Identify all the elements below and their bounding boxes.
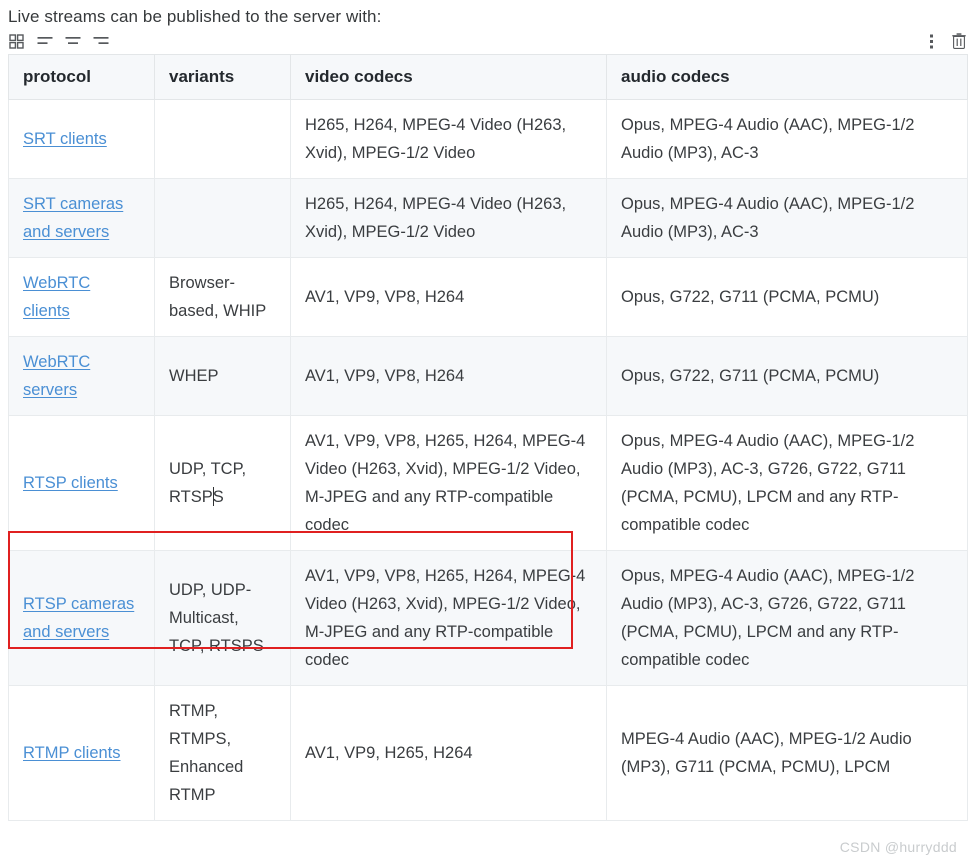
- protocol-link[interactable]: RTMP clients: [23, 744, 121, 762]
- cell-protocol[interactable]: RTSP cameras and servers: [8, 550, 155, 686]
- cell-video-codecs[interactable]: H265, H264, MPEG-4 Video (H263, Xvid), M…: [290, 99, 607, 179]
- table-row[interactable]: WebRTC servers WHEP AV1, VP9, VP8, H264 …: [8, 336, 968, 416]
- protocol-link[interactable]: SRT cameras and servers: [23, 195, 123, 241]
- cell-video-codecs[interactable]: AV1, VP9, VP8, H264: [290, 257, 607, 337]
- cell-variants[interactable]: UDP, UDP-Multicast, TCP, RTSPS: [154, 550, 291, 686]
- cell-variants[interactable]: [154, 99, 291, 179]
- column-header-video-codecs[interactable]: video codecs: [290, 54, 607, 100]
- watermark: CSDN @hurryddd: [839, 839, 957, 855]
- table-toolbar: [0, 28, 975, 54]
- cell-audio-codecs[interactable]: Opus, MPEG-4 Audio (AAC), MPEG-1/2 Audio…: [606, 550, 968, 686]
- cell-video-codecs[interactable]: AV1, VP9, VP8, H265, H264, MPEG-4 Video …: [290, 415, 607, 551]
- intro-paragraph: Live streams can be published to the ser…: [8, 7, 382, 26]
- cell-video-codecs[interactable]: AV1, VP9, H265, H264: [290, 685, 607, 821]
- column-header-protocol[interactable]: protocol: [8, 54, 155, 100]
- cell-variants[interactable]: RTMP, RTMPS, Enhanced RTMP: [154, 685, 291, 821]
- table-row[interactable]: RTMP clients RTMP, RTMPS, Enhanced RTMP …: [8, 685, 968, 821]
- table-header-row: protocol variants video codecs audio cod…: [8, 54, 968, 100]
- cell-protocol[interactable]: WebRTC clients: [8, 257, 155, 337]
- cell-video-codecs[interactable]: AV1, VP9, VP8, H265, H264, MPEG-4 Video …: [290, 550, 607, 686]
- align-left-icon[interactable]: [36, 33, 53, 50]
- cell-variants-editing[interactable]: UDP, TCP, RTSPS: [154, 415, 291, 551]
- variants-text-after-caret: S: [212, 488, 224, 506]
- delete-table-icon[interactable]: [950, 33, 967, 50]
- cell-protocol[interactable]: RTMP clients: [8, 685, 155, 821]
- protocol-link[interactable]: SRT clients: [23, 130, 107, 148]
- cell-audio-codecs[interactable]: Opus, MPEG-4 Audio (AAC), MPEG-1/2 Audio…: [606, 178, 968, 258]
- cell-audio-codecs[interactable]: MPEG-4 Audio (AAC), MPEG-1/2 Audio (MP3)…: [606, 685, 968, 821]
- table-container: protocol variants video codecs audio cod…: [0, 54, 975, 821]
- cell-audio-codecs[interactable]: Opus, G722, G711 (PCMA, PCMU): [606, 257, 968, 337]
- variants-text-before-caret: UDP, TCP, RTSP: [169, 460, 247, 506]
- cell-protocol[interactable]: RTSP clients: [8, 415, 155, 551]
- table-row[interactable]: SRT clients H265, H264, MPEG-4 Video (H2…: [8, 99, 968, 179]
- table-row[interactable]: SRT cameras and servers H265, H264, MPEG…: [8, 178, 968, 258]
- table-toolbar-left-group: [8, 33, 109, 50]
- cell-protocol[interactable]: SRT clients: [8, 99, 155, 179]
- cell-protocol[interactable]: WebRTC servers: [8, 336, 155, 416]
- cell-video-codecs[interactable]: AV1, VP9, VP8, H264: [290, 336, 607, 416]
- table-row[interactable]: RTSP cameras and servers UDP, UDP-Multic…: [8, 550, 968, 686]
- cell-video-codecs[interactable]: H265, H264, MPEG-4 Video (H263, Xvid), M…: [290, 178, 607, 258]
- column-header-audio-codecs[interactable]: audio codecs: [606, 54, 968, 100]
- align-center-icon[interactable]: [64, 33, 81, 50]
- align-right-icon[interactable]: [92, 33, 109, 50]
- table-toolbar-right-group: [923, 33, 967, 50]
- column-header-variants[interactable]: variants: [154, 54, 291, 100]
- protocol-link[interactable]: RTSP cameras and servers: [23, 595, 134, 641]
- cell-variants[interactable]: WHEP: [154, 336, 291, 416]
- table-row-selected[interactable]: RTSP clients UDP, TCP, RTSPS AV1, VP9, V…: [8, 415, 968, 551]
- cell-audio-codecs[interactable]: Opus, MPEG-4 Audio (AAC), MPEG-1/2 Audio…: [606, 99, 968, 179]
- protocol-link[interactable]: RTSP clients: [23, 474, 118, 492]
- protocol-link[interactable]: WebRTC clients: [23, 274, 90, 320]
- cell-variants[interactable]: [154, 178, 291, 258]
- table-row[interactable]: WebRTC clients Browser-based, WHIP AV1, …: [8, 257, 968, 337]
- table-body: SRT clients H265, H264, MPEG-4 Video (H2…: [8, 99, 968, 821]
- cell-protocol[interactable]: SRT cameras and servers: [8, 178, 155, 258]
- cell-variants[interactable]: Browser-based, WHIP: [154, 257, 291, 337]
- table-grid-icon[interactable]: [8, 33, 25, 50]
- cell-audio-codecs[interactable]: Opus, G722, G711 (PCMA, PCMU): [606, 336, 968, 416]
- cell-audio-codecs[interactable]: Opus, MPEG-4 Audio (AAC), MPEG-1/2 Audio…: [606, 415, 968, 551]
- protocol-codec-table: protocol variants video codecs audio cod…: [8, 54, 968, 821]
- protocol-link[interactable]: WebRTC servers: [23, 353, 90, 399]
- more-options-icon[interactable]: [923, 33, 940, 50]
